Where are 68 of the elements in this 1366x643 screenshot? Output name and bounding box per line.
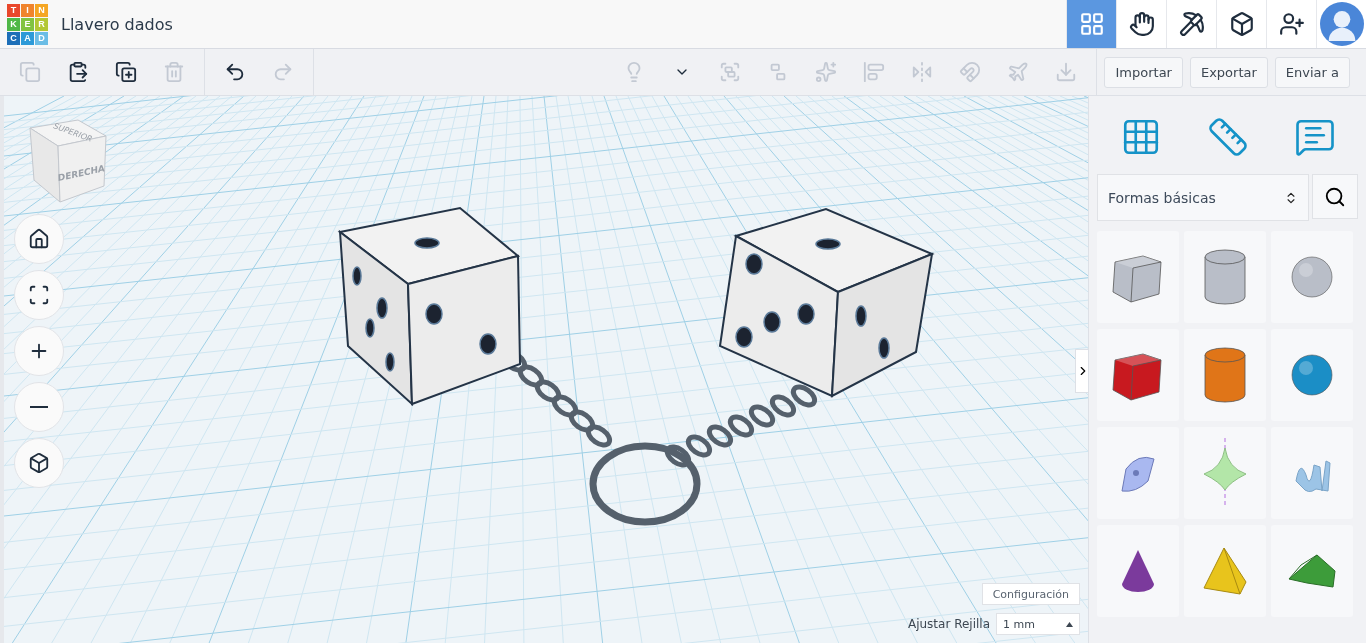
undo-icon bbox=[224, 61, 246, 83]
perspective-button[interactable] bbox=[14, 438, 64, 488]
pickaxe-button[interactable] bbox=[1166, 0, 1216, 48]
shape-tile[interactable] bbox=[1184, 427, 1266, 519]
action-button[interactable]: Exportar bbox=[1189, 56, 1268, 88]
sphere-shape-icon bbox=[1290, 353, 1334, 397]
magnet-icon bbox=[959, 61, 982, 83]
shape-tile[interactable] bbox=[1184, 525, 1266, 617]
zoom-in-button[interactable] bbox=[14, 326, 64, 376]
shape-tile[interactable] bbox=[1271, 427, 1353, 519]
collapse-panel-button[interactable] bbox=[1075, 349, 1088, 393]
caret-icon bbox=[1066, 621, 1073, 627]
logo-letter: K bbox=[7, 17, 20, 31]
logo-letter: E bbox=[21, 17, 34, 31]
pyramid-shape-icon bbox=[1202, 546, 1248, 596]
shape-tile[interactable] bbox=[1097, 231, 1179, 323]
add-user-icon bbox=[1278, 11, 1305, 37]
snap-grid-label: Ajustar Rejilla bbox=[907, 617, 990, 631]
avatar-icon bbox=[1319, 2, 1364, 46]
brick-button[interactable] bbox=[1216, 0, 1266, 48]
action-button[interactable]: Importar bbox=[1104, 56, 1183, 88]
cylinder-shape-icon bbox=[1202, 345, 1248, 405]
fit-icon bbox=[28, 284, 50, 306]
group-icon bbox=[719, 61, 742, 83]
fit-button[interactable] bbox=[14, 270, 64, 320]
shape-tile[interactable] bbox=[1184, 231, 1266, 323]
pickaxe-icon bbox=[1178, 11, 1205, 37]
ruler-tool-button[interactable] bbox=[1206, 116, 1249, 158]
add-user-button[interactable] bbox=[1266, 0, 1316, 48]
copy-icon bbox=[19, 61, 41, 83]
home-icon bbox=[28, 228, 50, 250]
shape-tile[interactable] bbox=[1097, 525, 1179, 617]
align-icon bbox=[863, 61, 886, 83]
design-title[interactable]: Llavero dados bbox=[61, 14, 1066, 34]
cylinder-shape-icon bbox=[1202, 247, 1248, 307]
search-icon bbox=[1324, 185, 1346, 208]
paste-icon bbox=[67, 61, 89, 83]
duplicate-icon bbox=[115, 61, 137, 83]
tinkercad-logo[interactable]: T I N K E R C A D bbox=[7, 3, 48, 45]
logo-letter: I bbox=[21, 3, 34, 17]
grid-icon bbox=[1078, 11, 1105, 37]
import-shape-icon bbox=[1055, 61, 1078, 83]
profile-avatar-button[interactable] bbox=[1316, 0, 1366, 48]
sphere-shape-icon bbox=[1290, 255, 1334, 299]
redo-icon bbox=[272, 61, 294, 83]
home-button[interactable] bbox=[14, 214, 64, 264]
logo-letter: D bbox=[35, 31, 48, 45]
logo-letter: T bbox=[7, 3, 20, 17]
shape-tile[interactable] bbox=[1271, 329, 1353, 421]
action-button[interactable]: Enviar a bbox=[1274, 56, 1350, 88]
settings-button[interactable]: Configuración bbox=[981, 583, 1080, 605]
perspective-icon bbox=[28, 452, 50, 474]
logo-letter: A bbox=[21, 31, 34, 45]
logo-letter: C bbox=[7, 31, 20, 45]
shape-tile[interactable] bbox=[1184, 329, 1266, 421]
shape-category-select[interactable]: Formas básicas bbox=[1097, 174, 1309, 221]
snap-grid-select[interactable]: 1 mm bbox=[996, 613, 1080, 635]
delete-icon bbox=[163, 61, 185, 83]
logo-letter: R bbox=[35, 17, 48, 31]
shape-tile[interactable] bbox=[1097, 427, 1179, 519]
logo-letter: N bbox=[35, 3, 48, 17]
blocks-button[interactable] bbox=[1116, 0, 1166, 48]
mirror-icon bbox=[911, 61, 934, 83]
search-button[interactable] bbox=[1312, 174, 1358, 219]
ruler-icon bbox=[1206, 116, 1249, 158]
shape-tile[interactable] bbox=[1097, 329, 1179, 421]
shape-tile[interactable] bbox=[1271, 525, 1353, 617]
shape-tile[interactable] bbox=[1271, 231, 1353, 323]
